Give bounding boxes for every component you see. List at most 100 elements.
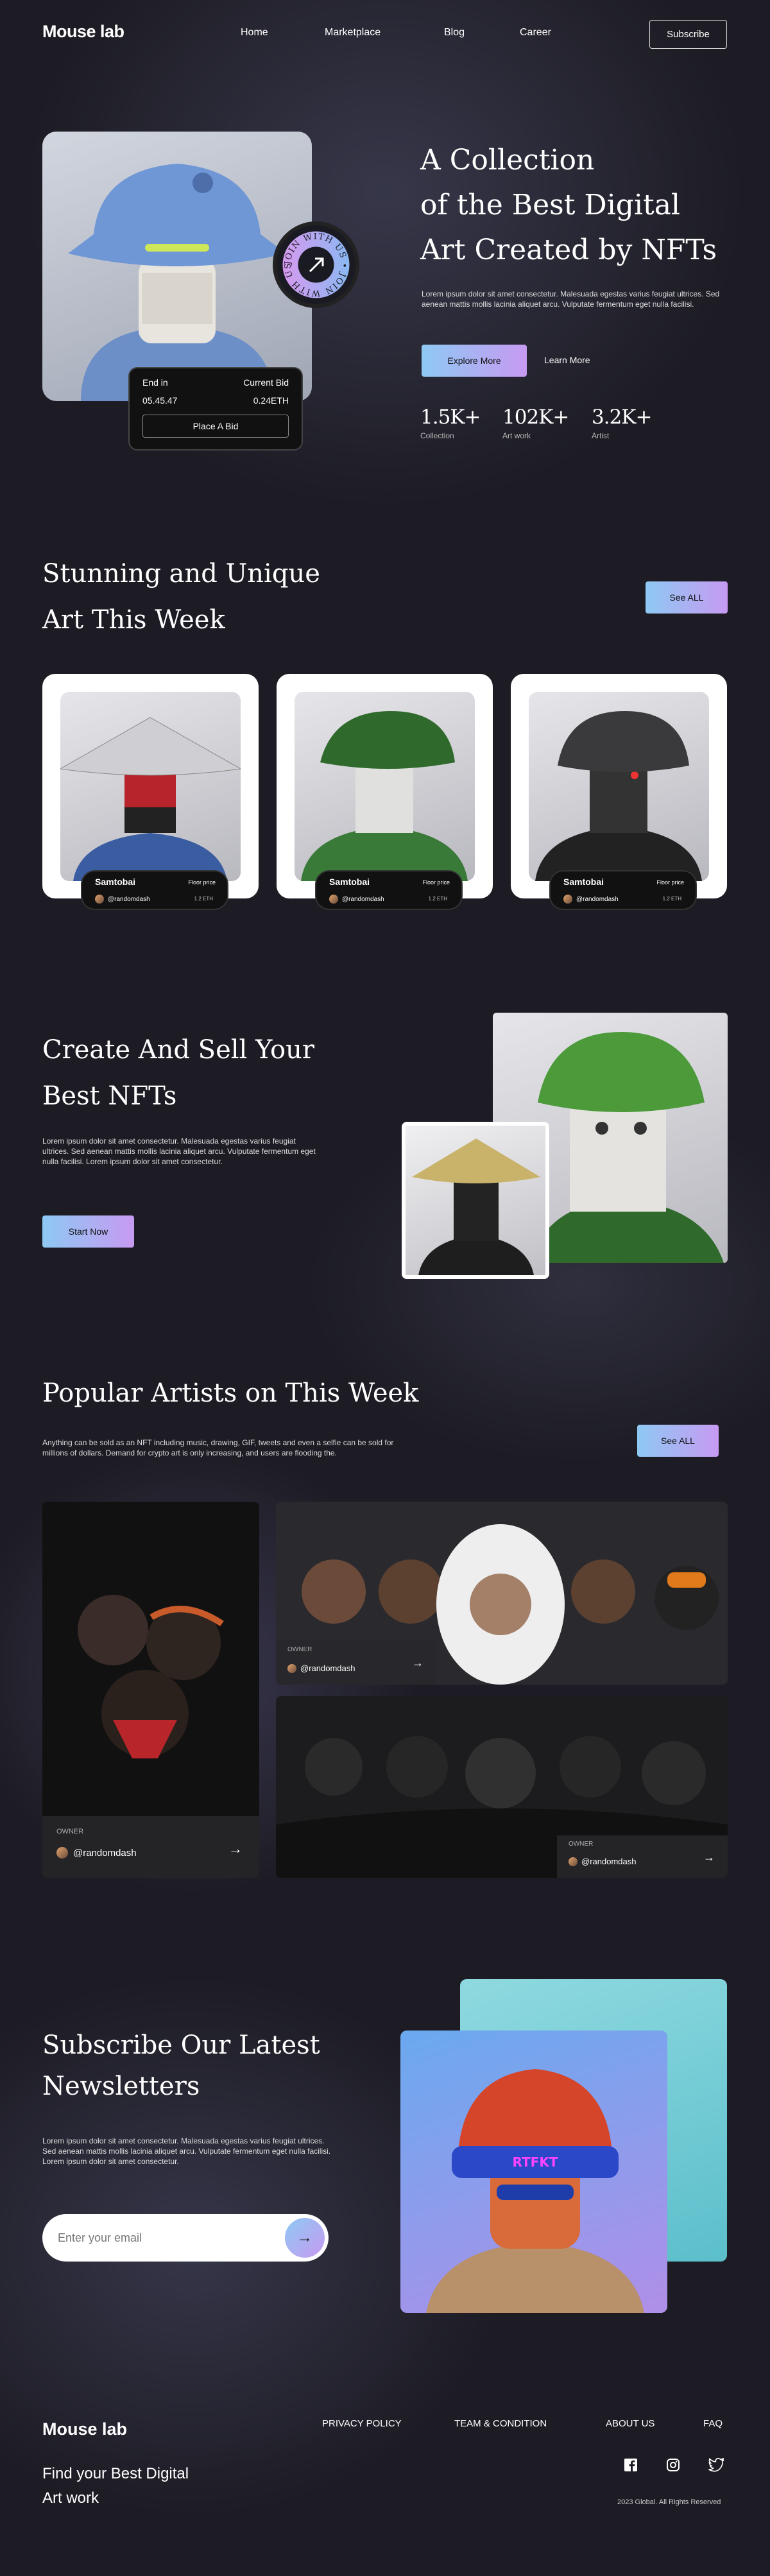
green-hat-figure-icon [301, 711, 468, 881]
copyright: 2023 Global. All Rights Reserved [617, 2498, 721, 2506]
artists-see-all-button[interactable]: See ALL [637, 1425, 719, 1457]
learn-more-link[interactable]: Learn More [544, 355, 590, 365]
avatar [95, 895, 104, 904]
submit-arrow-button[interactable]: → [285, 2218, 325, 2258]
footer-tagline-line: Art work [42, 2489, 99, 2507]
subscribe-button[interactable]: Subscribe [649, 20, 727, 49]
weekly-title: Stunning and Unique Art This Week [42, 551, 320, 643]
weekly-see-all-button[interactable]: See ALL [646, 581, 728, 614]
hero-figure-icon [68, 164, 286, 401]
footer-link-terms[interactable]: TEAM & CONDITION [454, 2418, 547, 2429]
hero-title-line: Art Created by NFTs [420, 234, 717, 266]
countdown: 05.45.47 [142, 395, 178, 406]
nav-link-blog[interactable]: Blog [444, 27, 465, 39]
arrow-right-icon: → [297, 2229, 312, 2246]
owner-row: @randomdash [56, 1847, 245, 1859]
nft-card-info: Samtobai Floor price @randomdash 1.2 ETH [549, 870, 697, 910]
newsletter-title-line: Newsletters [42, 2072, 200, 2101]
artist-card-top[interactable]: OWNER @randomdash → [276, 1502, 728, 1685]
create-title-line: Best NFTs [42, 1081, 177, 1111]
avatar [287, 1663, 296, 1673]
nft-owner: @randomdash [329, 895, 384, 904]
nft-price: 1.2 ETH [428, 896, 447, 902]
nft-card[interactable]: Samtobai Floor price @randomdash 1.2 ETH [277, 674, 493, 910]
black-hat-figure-icon [535, 711, 702, 881]
weekly-title-line: Art This Week [42, 605, 225, 635]
nft-card-info: Samtobai Floor price @randomdash 1.2 ETH [81, 870, 228, 910]
monkeys-group-icon [78, 1595, 224, 1758]
hero-title: A Collection of the Best Digital Art Cre… [420, 138, 717, 273]
straw-hat-figure-icon [59, 717, 242, 881]
nav-link-marketplace[interactable]: Marketplace [325, 27, 381, 39]
nav-link-home[interactable]: Home [241, 27, 268, 39]
footer-link-faq[interactable]: FAQ [703, 2418, 723, 2429]
bid-card: End in Current Bid 05.45.47 0.24ETH Plac… [128, 367, 303, 451]
owner-handle[interactable]: @randomdash [342, 896, 384, 903]
end-label: End in [142, 377, 168, 388]
artist-owner-panel: OWNER @randomdash → [557, 1835, 728, 1878]
explore-button[interactable]: Explore More [422, 345, 527, 377]
stat-value: 102K+ [502, 406, 569, 429]
footer-link-about[interactable]: ABOUT US [606, 2418, 654, 2429]
join-badge[interactable]: JOIN WITH US • JOIN WITH US • [273, 218, 359, 308]
artist-owner-panel: OWNER @randomdash → [276, 1640, 436, 1685]
nft-card[interactable]: Samtobai Floor price @randomdash 1.2 ETH [511, 674, 727, 910]
owner-handle[interactable]: @randomdash [581, 1857, 636, 1866]
newsletter-title: Subscribe Our Latest Newsletters [42, 2025, 320, 2107]
owner-label: OWNER [569, 1841, 594, 1848]
nft-card-image [59, 692, 242, 881]
artist-card-large[interactable]: OWNER @randomdash → [42, 1502, 259, 1878]
create-title: Create And Sell Your Best NFTs [42, 1027, 314, 1119]
owner-handle[interactable]: @randomdash [73, 1848, 137, 1859]
instagram-icon[interactable] [666, 2458, 680, 2472]
stat-value: 1.5K+ [420, 406, 481, 429]
owner-row: @randomdash [569, 1857, 716, 1866]
nft-owner: @randomdash [95, 895, 150, 904]
floor-price-label: Floor price [422, 879, 450, 886]
hero-title-line: A Collection [420, 144, 595, 176]
artist-card-bottom[interactable]: OWNER @randomdash → [276, 1696, 728, 1878]
footer-link-privacy[interactable]: PRIVACY POLICY [322, 2418, 402, 2429]
create-description: Lorem ipsum dolor sit amet consectetur. … [42, 1137, 316, 1166]
nft-card-image [529, 692, 709, 881]
owner-handle[interactable]: @randomdash [300, 1663, 355, 1673]
stat-value: 3.2K+ [592, 406, 652, 429]
logo[interactable]: Mouse lab [42, 22, 124, 42]
stat-label: Artist [592, 431, 610, 440]
footer-tagline: Find your Best Digital Art work [42, 2462, 189, 2511]
create-small-image [402, 1122, 549, 1279]
place-bid-button[interactable]: Place A Bid [142, 415, 289, 438]
owner-handle[interactable]: @randomdash [108, 896, 150, 903]
nav-link-career[interactable]: Career [520, 27, 551, 39]
stat-label: Collection [420, 431, 454, 440]
owner-label: OWNER [287, 1646, 312, 1653]
owner-label: OWNER [56, 1828, 84, 1835]
owner-handle[interactable]: @randomdash [576, 896, 619, 903]
hero-description: Lorem ipsum dolor sit amet consectetur. … [422, 289, 720, 309]
stat-artist: 3.2K+ Artist [592, 406, 652, 440]
arrow-right-icon[interactable]: → [412, 1656, 424, 1670]
arrow-right-icon[interactable]: → [228, 1841, 243, 1857]
facebook-icon[interactable] [624, 2458, 638, 2472]
avatar [329, 895, 338, 904]
newsletter-image: RTFKT [400, 2031, 667, 2313]
twitter-icon[interactable] [708, 2457, 725, 2472]
email-input[interactable] [58, 2227, 263, 2249]
stat-label: Art work [502, 431, 531, 440]
join-badge-ring: JOIN WITH US • JOIN WITH US • [273, 218, 350, 298]
owner-row: @randomdash [287, 1663, 425, 1673]
arrow-right-icon[interactable]: → [703, 1851, 715, 1864]
footer-tagline-line: Find your Best Digital [42, 2465, 189, 2482]
avatar [56, 1847, 68, 1859]
avatar [563, 895, 572, 904]
nft-card-image [295, 692, 475, 881]
artists-title: Popular Artists on This Week [42, 1378, 419, 1408]
artists-description: Anything can be sold as an NFT including… [42, 1438, 394, 1457]
nft-price: 1.2 ETH [662, 896, 681, 902]
footer-logo[interactable]: Mouse lab [42, 2419, 127, 2439]
floor-price-label: Floor price [656, 879, 684, 886]
nft-card[interactable]: Samtobai Floor price @randomdash 1.2 ETH [42, 674, 259, 910]
newsletter-description: Lorem ipsum dolor sit amet consectetur. … [42, 2136, 331, 2166]
helmet-text: RTFKT [513, 2154, 558, 2170]
start-now-button[interactable]: Start Now [42, 1215, 134, 1248]
